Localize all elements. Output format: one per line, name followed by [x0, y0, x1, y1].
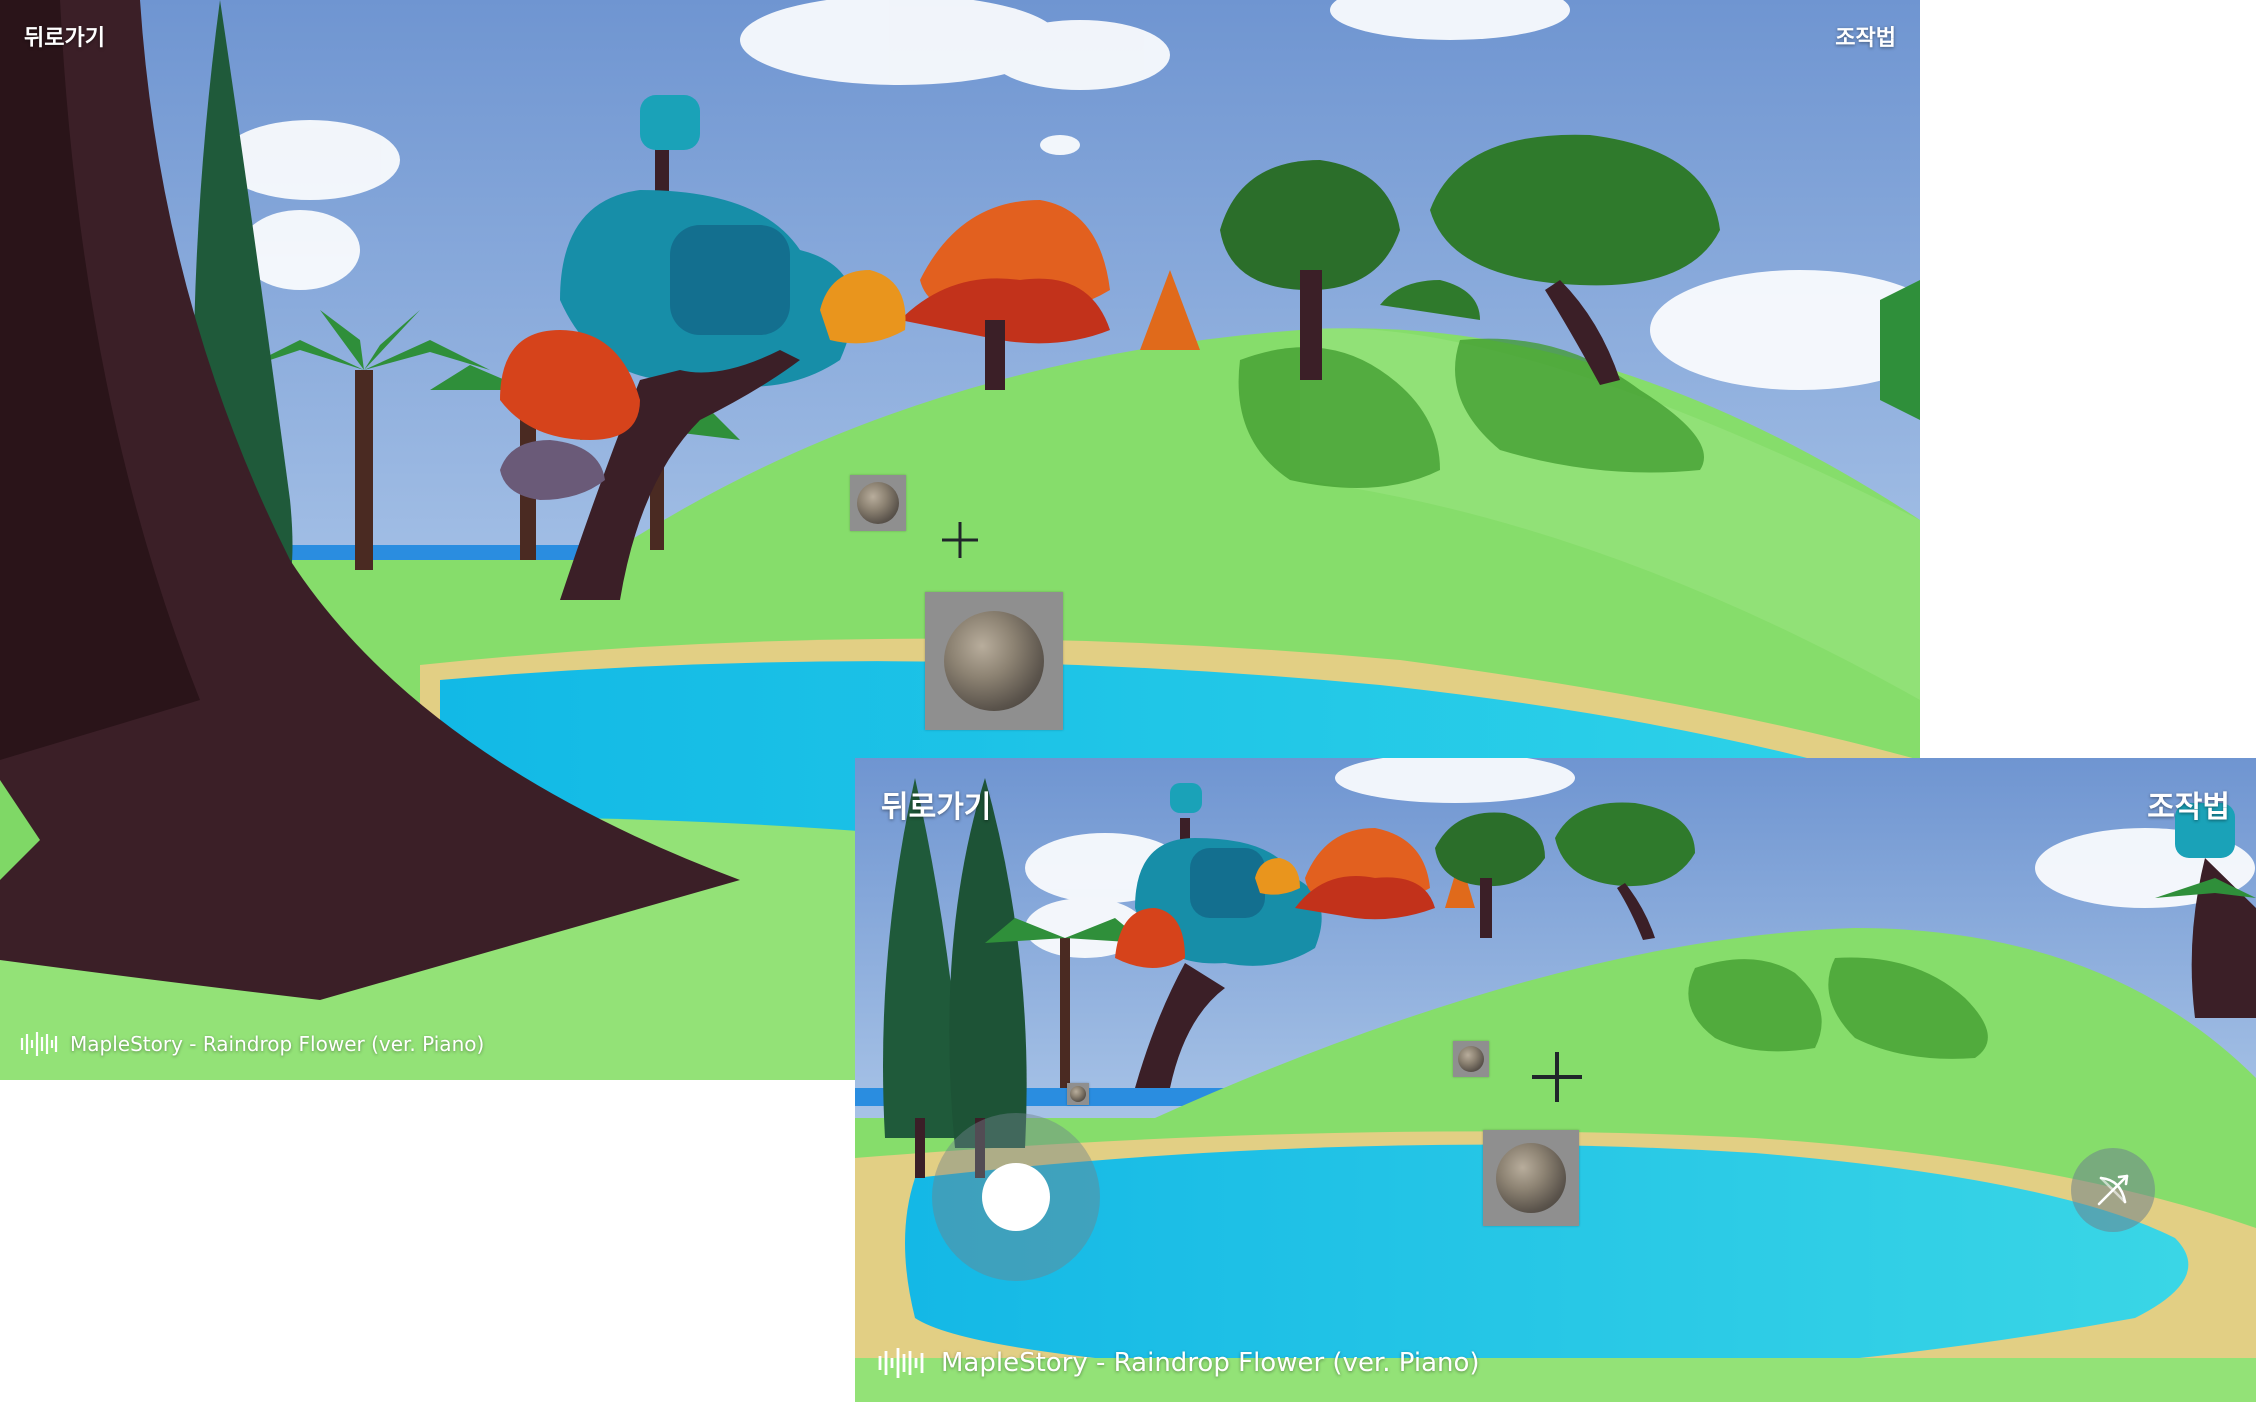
controls-help-button[interactable]: 조작법 — [2147, 782, 2230, 826]
crosshair-icon — [1532, 1052, 1582, 1102]
now-playing: MapleStory - Raindrop Flower (ver. Piano… — [20, 1030, 484, 1058]
planet-sphere — [1458, 1046, 1484, 1072]
planet-sphere — [1496, 1143, 1566, 1213]
planet-orb-icon[interactable] — [1067, 1083, 1089, 1105]
now-playing: MapleStory - Raindrop Flower (ver. Piano… — [877, 1346, 1480, 1380]
joystick-knob-icon[interactable] — [982, 1163, 1050, 1231]
track-title: MapleStory - Raindrop Flower (ver. Piano… — [941, 1348, 1480, 1378]
controls-help-button[interactable]: 조작법 — [1835, 20, 1896, 52]
back-button[interactable]: 뒤로가기 — [24, 20, 105, 52]
sound-wave-icon — [20, 1032, 58, 1056]
sound-wave-icon — [878, 1348, 924, 1378]
planet-orb-icon[interactable] — [850, 475, 906, 531]
game-view-mobile[interactable]: 뒤로가기 조작법 MapleStory - Raindrop Flower (v… — [855, 758, 2256, 1402]
planet-orb-icon[interactable] — [925, 592, 1063, 730]
planet-sphere — [857, 482, 899, 524]
planet-orb-icon[interactable] — [1483, 1130, 1579, 1226]
bow-arrow-icon — [2097, 1174, 2129, 1206]
planet-orb-icon[interactable] — [1453, 1041, 1489, 1077]
virtual-joystick[interactable] — [932, 1113, 1100, 1281]
back-button[interactable]: 뒤로가기 — [881, 782, 991, 826]
planet-sphere — [1070, 1086, 1086, 1102]
attack-button[interactable] — [2071, 1148, 2155, 1232]
crosshair-icon — [942, 522, 978, 558]
track-title: MapleStory - Raindrop Flower (ver. Piano… — [70, 1032, 485, 1056]
planet-sphere — [944, 611, 1044, 711]
